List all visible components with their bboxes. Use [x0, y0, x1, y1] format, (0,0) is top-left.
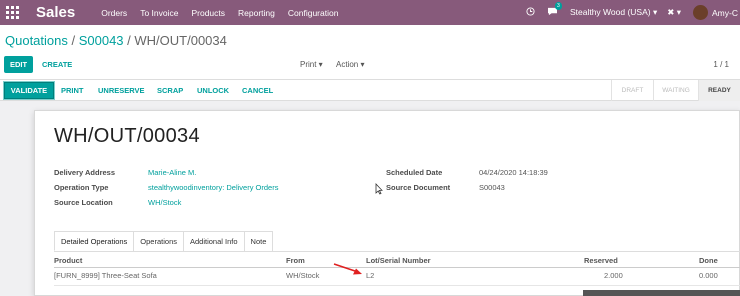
breadcrumb-separator: / — [67, 33, 79, 48]
debug-tools-icon[interactable]: ✖ ▾ — [667, 7, 681, 18]
stage-ready: READY — [698, 80, 740, 101]
scheduled-date-label: Scheduled Date — [386, 168, 443, 177]
cell-product[interactable]: [FURN_8999] Three-Seat Sofa — [54, 271, 157, 280]
chat-icon[interactable]: 3 — [547, 2, 562, 18]
source-location-value[interactable]: WH/Stock — [148, 198, 181, 207]
source-location-label: Source Location — [54, 198, 113, 207]
menu-configuration[interactable]: Configuration — [288, 8, 339, 18]
record-title: WH/OUT/00034 — [54, 125, 200, 147]
menu-reporting[interactable]: Reporting — [238, 8, 275, 18]
validate-button[interactable]: VALIDATE — [4, 82, 54, 99]
menu-orders[interactable]: Orders — [101, 8, 127, 18]
status-bar: VALIDATE PRINT UNRESERVE SCRAP UNLOCK CA… — [0, 80, 740, 101]
operation-type-value[interactable]: stealthywoodinventory: Delivery Orders — [148, 183, 278, 192]
tabs-divider — [54, 251, 740, 252]
print-button[interactable]: PRINT — [61, 86, 84, 95]
create-button[interactable]: CREATE — [42, 60, 72, 69]
chat-count-badge: 3 — [554, 2, 562, 10]
unreserve-button[interactable]: UNRESERVE — [98, 86, 145, 95]
company-name: Stealthy Wood (USA) — [569, 7, 651, 17]
apps-menu-icon[interactable] — [6, 5, 20, 20]
form-sheet: WH/OUT/00034 Delivery Address Marie-Alin… — [34, 110, 740, 296]
cell-reserved[interactable]: 2.000 — [604, 271, 623, 280]
scrap-button[interactable]: SCRAP — [157, 86, 183, 95]
cell-done[interactable]: 0.000 — [699, 271, 718, 280]
breadcrumb-current: WH/OUT/00034 — [134, 33, 227, 48]
control-panel: Quotations / S00043 / WH/OUT/00034 EDIT … — [0, 25, 740, 80]
delivery-address-value[interactable]: Marie-Aline M. — [148, 168, 196, 177]
delivery-address-label: Delivery Address — [54, 168, 116, 177]
operation-type-label: Operation Type — [54, 183, 109, 192]
column-reserved[interactable]: Reserved — [584, 256, 618, 265]
scheduled-date-value: 04/24/2020 14:18:39 — [479, 168, 548, 177]
user-name[interactable]: Amy-C — [712, 8, 738, 18]
cancel-button[interactable]: CANCEL — [242, 86, 273, 95]
tab-additional-info[interactable]: Additional Info — [182, 231, 245, 251]
cell-lot-serial[interactable]: L2 — [366, 271, 374, 280]
breadcrumb: Quotations / S00043 / WH/OUT/00034 — [5, 33, 227, 48]
tab-operations[interactable]: Operations — [133, 231, 184, 251]
company-switcher[interactable]: Stealthy Wood (USA) ▾ — [570, 7, 657, 18]
edit-button[interactable]: EDIT — [4, 56, 33, 73]
source-document-label: Source Document — [386, 183, 451, 192]
stage-draft: DRAFT — [611, 80, 653, 101]
unlock-button[interactable]: UNLOCK — [197, 86, 229, 95]
column-done[interactable]: Done — [699, 256, 718, 265]
breadcrumb-quotations[interactable]: Quotations — [5, 33, 68, 48]
print-label: Print — [300, 60, 317, 69]
menu-products[interactable]: Products — [191, 8, 225, 18]
action-dropdown[interactable]: Action ▾ — [336, 60, 364, 69]
column-product[interactable]: Product — [54, 256, 82, 265]
table-row-divider — [54, 285, 740, 286]
notebook-tabs: Detailed Operations Operations Additiona… — [54, 231, 274, 251]
top-navbar: Sales Orders To Invoice Products Reporti… — [0, 0, 740, 25]
tab-note[interactable]: Note — [243, 231, 274, 251]
breadcrumb-order[interactable]: S00043 — [79, 33, 124, 48]
source-document-value: S00043 — [479, 183, 505, 192]
avatar[interactable] — [693, 5, 709, 20]
annotation-arrow-icon — [333, 263, 362, 275]
top-menu: Orders To Invoice Products Reporting Con… — [101, 8, 338, 18]
activity-clock-icon[interactable] — [526, 7, 535, 18]
column-lot-serial[interactable]: Lot/Serial Number — [366, 256, 431, 265]
action-label: Action — [336, 60, 359, 69]
table-header-divider — [54, 267, 740, 268]
print-dropdown[interactable]: Print ▾ — [300, 60, 323, 69]
menu-to-invoice[interactable]: To Invoice — [140, 8, 178, 18]
pager[interactable]: 1 / 1 — [713, 60, 729, 69]
stage-waiting: WAITING — [653, 80, 698, 101]
mouse-cursor-icon — [375, 183, 383, 195]
image-thumbnail — [583, 290, 740, 296]
tab-detailed-operations[interactable]: Detailed Operations — [54, 231, 135, 251]
breadcrumb-separator: / — [123, 33, 135, 48]
app-name[interactable]: Sales — [36, 4, 75, 21]
